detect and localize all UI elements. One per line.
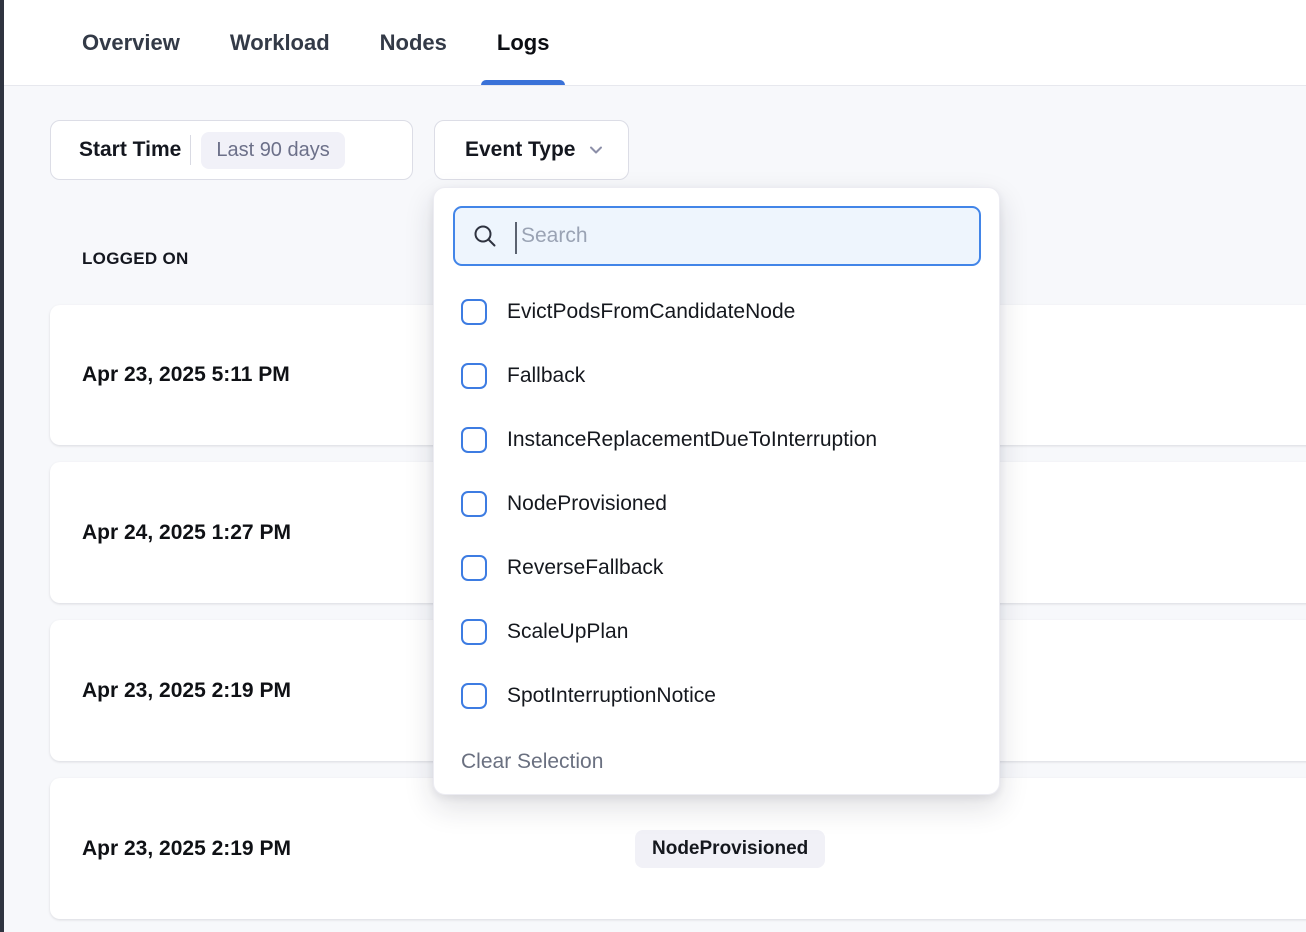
option-evictpodsfromcandidatenode[interactable]: EvictPodsFromCandidateNode bbox=[434, 280, 999, 344]
event-type-label: Event Type bbox=[465, 138, 575, 162]
event-type-filter-button[interactable]: Event Type bbox=[434, 120, 629, 180]
logged-on-value: Apr 23, 2025 2:19 PM bbox=[82, 679, 291, 703]
event-type-options: EvictPodsFromCandidateNode Fallback Inst… bbox=[434, 280, 999, 796]
checkbox[interactable] bbox=[461, 363, 487, 389]
start-time-value-pill: Last 90 days bbox=[201, 132, 344, 169]
option-fallback[interactable]: Fallback bbox=[434, 344, 999, 408]
option-nodeprovisioned[interactable]: NodeProvisioned bbox=[434, 472, 999, 536]
logged-on-value: Apr 23, 2025 2:19 PM bbox=[82, 837, 291, 861]
option-label: EvictPodsFromCandidateNode bbox=[507, 300, 795, 324]
option-label: NodeProvisioned bbox=[507, 492, 667, 516]
logged-on-value: Apr 24, 2025 1:27 PM bbox=[82, 521, 291, 545]
filter-divider bbox=[190, 135, 191, 165]
tab-workload-label: Workload bbox=[230, 30, 330, 56]
option-label: ScaleUpPlan bbox=[507, 620, 628, 644]
option-instancereplacementduetointerruption[interactable]: InstanceReplacementDueToInterruption bbox=[434, 408, 999, 472]
checkbox[interactable] bbox=[461, 555, 487, 581]
table-row[interactable]: Apr 23, 2025 2:19 PM NodeProvisioned bbox=[50, 778, 1306, 919]
checkbox[interactable] bbox=[461, 299, 487, 325]
tab-logs-label: Logs bbox=[497, 30, 550, 56]
start-time-label: Start Time bbox=[79, 138, 181, 162]
option-reversefallback[interactable]: ReverseFallback bbox=[434, 536, 999, 600]
option-label: InstanceReplacementDueToInterruption bbox=[507, 428, 877, 452]
option-label: SpotInterruptionNotice bbox=[507, 684, 716, 708]
logged-on-value: Apr 23, 2025 5:11 PM bbox=[82, 363, 290, 387]
tab-workload[interactable]: Workload bbox=[230, 0, 330, 85]
active-tab-indicator bbox=[481, 80, 566, 85]
tab-nodes[interactable]: Nodes bbox=[380, 0, 447, 85]
tab-logs[interactable]: Logs bbox=[497, 0, 550, 85]
option-spotinterruptionnotice[interactable]: SpotInterruptionNotice bbox=[434, 664, 999, 728]
event-type-dropdown: EvictPodsFromCandidateNode Fallback Inst… bbox=[433, 187, 1000, 795]
tab-nodes-label: Nodes bbox=[380, 30, 447, 56]
chevron-down-icon bbox=[586, 140, 606, 160]
clear-selection-button[interactable]: Clear Selection bbox=[434, 728, 999, 796]
checkbox[interactable] bbox=[461, 491, 487, 517]
tab-bar: Overview Workload Nodes Logs bbox=[0, 0, 1306, 86]
option-scaleupplan[interactable]: ScaleUpPlan bbox=[434, 600, 999, 664]
column-header-logged-on: LOGGED ON bbox=[82, 249, 189, 269]
option-label: Fallback bbox=[507, 364, 585, 388]
clear-selection-label: Clear Selection bbox=[461, 750, 603, 774]
start-time-filter-button[interactable]: Start Time Last 90 days bbox=[50, 120, 413, 180]
window-edge bbox=[0, 0, 4, 932]
event-type-badge: NodeProvisioned bbox=[635, 830, 825, 868]
page: Overview Workload Nodes Logs Start Time … bbox=[0, 0, 1306, 932]
checkbox[interactable] bbox=[461, 427, 487, 453]
checkbox[interactable] bbox=[461, 619, 487, 645]
option-label: ReverseFallback bbox=[507, 556, 663, 580]
tab-overview[interactable]: Overview bbox=[82, 0, 180, 85]
search-input[interactable] bbox=[455, 208, 979, 264]
tab-overview-label: Overview bbox=[82, 30, 180, 56]
search-field[interactable] bbox=[453, 206, 981, 266]
checkbox[interactable] bbox=[461, 683, 487, 709]
